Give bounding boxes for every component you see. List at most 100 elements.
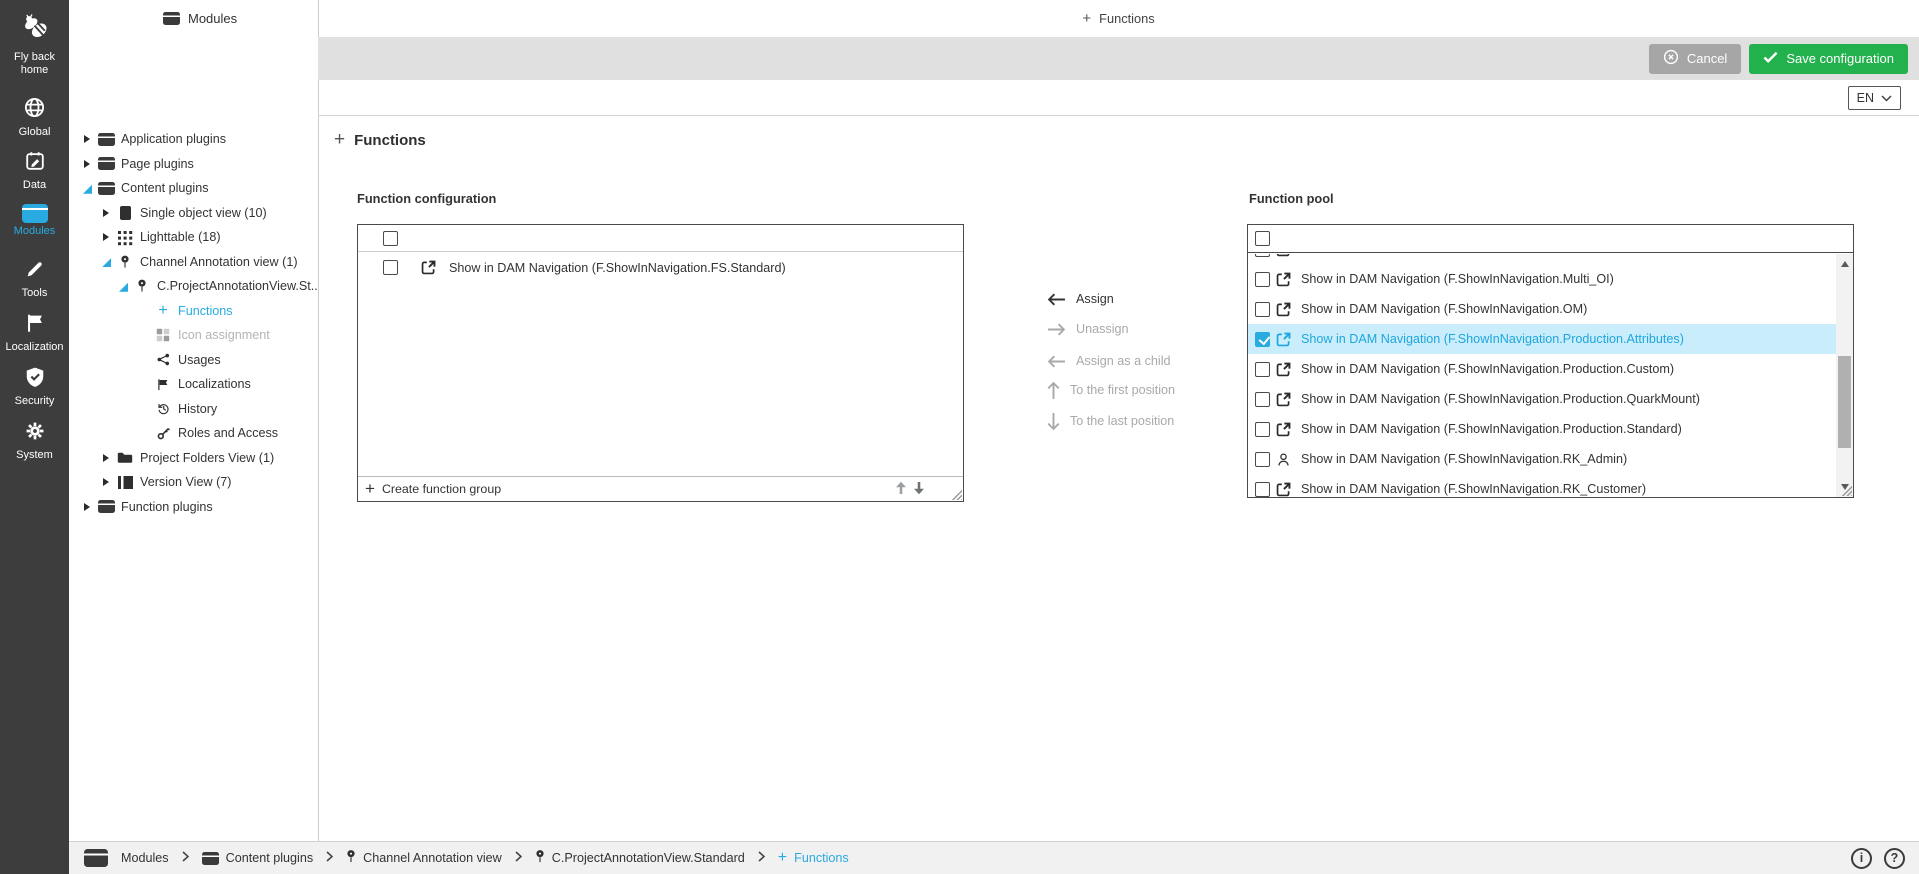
config-header-row [358, 225, 963, 252]
function-pool-panel: Show in DAM Navigation (F.ShowInNavigati… [1247, 224, 1854, 498]
scrollbar-thumb[interactable] [1838, 356, 1851, 448]
tree-item-project-folders-view[interactable]: Project Folders View (1) [69, 446, 318, 471]
tree-item-label: Roles and Access [178, 426, 279, 441]
unassign-button[interactable]: Unassign [1047, 319, 1129, 339]
sidebar-item-global[interactable]: Global [0, 92, 69, 146]
create-function-group-button[interactable]: Create function group [382, 482, 501, 496]
pool-list-item[interactable]: Show in DAM Navigation (F.ShowInNavigati… [1248, 384, 1836, 414]
tree-item-project-annotation-view[interactable]: C.ProjectAnnotationView.St... [69, 274, 318, 299]
tree-item-page-plugins[interactable]: Page plugins [69, 152, 318, 177]
pin-icon [535, 849, 545, 867]
row-checkbox-checked[interactable] [1255, 331, 1270, 347]
move-up-icon[interactable] [895, 481, 907, 498]
help-icon[interactable]: ? [1884, 847, 1905, 869]
tree-item-lighttable[interactable]: Lighttable (18) [69, 225, 318, 250]
share-icon [154, 353, 172, 366]
assign-as-child-button[interactable]: Assign as a child [1047, 351, 1171, 371]
pool-list-item[interactable]: Show in DAM Navigation (F.ShowInNavigati… [1248, 444, 1836, 474]
row-checkbox[interactable] [1255, 421, 1270, 437]
action-label: Unassign [1076, 322, 1129, 336]
sidebar-item-security[interactable]: Security [0, 362, 69, 416]
save-label: Save configuration [1786, 51, 1894, 66]
pool-list-item[interactable]: Show in DAM Navigation (F.ShowInNavigati… [1248, 294, 1836, 324]
chevron-expanded-icon[interactable] [101, 256, 112, 267]
chevron-right-icon[interactable] [101, 232, 112, 243]
language-row: EN [318, 80, 1919, 115]
tree-item-localizations[interactable]: Localizations [69, 372, 318, 397]
tree-item-history[interactable]: History [69, 397, 318, 422]
tree-item-channel-annotation-view[interactable]: Channel Annotation view (1) [69, 250, 318, 275]
icon-grid-icon [154, 328, 172, 342]
move-down-icon[interactable] [913, 481, 925, 498]
sidebar-item-fly-back-home[interactable]: Fly back home [0, 0, 69, 92]
arrow-right-icon [1048, 323, 1066, 335]
sidebar-item-data[interactable]: Data [0, 146, 69, 200]
tree-item-label: Icon assignment [178, 328, 270, 343]
chevron-right-icon[interactable] [82, 158, 93, 169]
tree-item-version-view[interactable]: Version View (7) [69, 470, 318, 495]
config-list-item[interactable]: Show in DAM Navigation (F.ShowInNavigati… [358, 252, 963, 283]
pool-list-item-selected[interactable]: Show in DAM Navigation (F.ShowInNavigati… [1248, 324, 1836, 354]
cancel-button[interactable]: Cancel [1648, 43, 1742, 74]
gear-icon [24, 420, 46, 447]
tree-item-functions[interactable]: + Functions [69, 299, 318, 324]
chevron-right-icon[interactable] [101, 477, 112, 488]
language-selector[interactable]: EN [1847, 85, 1901, 110]
footer-utility-icons: i ? [1851, 847, 1919, 869]
select-all-checkbox[interactable] [383, 230, 398, 246]
scroll-up-icon[interactable] [1836, 256, 1853, 272]
row-checkbox[interactable] [383, 260, 398, 275]
chevron-expanded-icon[interactable] [82, 183, 93, 194]
pool-list-item[interactable]: Show in DAM Navigation (F.ShowInNavigati… [1248, 264, 1836, 294]
sidebar-item-modules[interactable]: Modules [0, 200, 69, 254]
chevron-right-icon[interactable] [101, 452, 112, 463]
tree-item-content-plugins[interactable]: Content plugins [69, 176, 318, 201]
tree-item-label: Single object view (10) [140, 205, 267, 220]
center-tab-label: Functions [1099, 11, 1155, 26]
tree-item-icon-assignment[interactable]: Icon assignment [69, 323, 318, 348]
tree-item-function-plugins[interactable]: Function plugins [69, 495, 318, 520]
breadcrumb-item-content-plugins[interactable]: Content plugins [201, 851, 313, 865]
page-title-label: Functions [354, 131, 426, 149]
arrow-left-icon [1047, 293, 1065, 305]
breadcrumb-item-project-annotation-view[interactable]: C.ProjectAnnotationView.Standard [535, 849, 745, 867]
to-first-position-button[interactable]: To the first position [1047, 380, 1175, 400]
tree-item-application-plugins[interactable]: Application plugins [69, 127, 318, 152]
tree-item-label: Version View (7) [140, 475, 232, 490]
scrollbar[interactable] [1836, 254, 1853, 497]
row-checkbox[interactable] [1255, 271, 1270, 287]
sidebar-item-system[interactable]: System [0, 416, 69, 470]
breadcrumb-item-channel-annotation-view[interactable]: Channel Annotation view [346, 849, 502, 867]
chevron-right-icon [182, 849, 189, 867]
row-checkbox[interactable] [1255, 391, 1270, 407]
row-checkbox[interactable] [1255, 301, 1270, 317]
tree-item-roles-and-access[interactable]: Roles and Access [69, 421, 318, 446]
row-checkbox[interactable] [1255, 361, 1270, 377]
pool-list-item[interactable]: Show in DAM Navigation (F.ShowInNavigati… [1248, 354, 1836, 384]
pool-list-item[interactable]: Show in DAM Navigation (F.ShowInNavigati… [1248, 474, 1836, 497]
chevron-right-icon[interactable] [82, 501, 93, 512]
chevron-right-icon[interactable] [82, 134, 93, 145]
tree-item-single-object-view[interactable]: Single object view (10) [69, 201, 318, 226]
info-icon[interactable]: i [1851, 847, 1872, 869]
toolbar-divider [69, 115, 1919, 116]
sidebar-item-tools[interactable]: Tools [0, 254, 69, 308]
breadcrumb-item-functions[interactable]: + Functions [778, 850, 849, 866]
chevron-expanded-icon[interactable] [118, 281, 129, 292]
config-footer: + Create function group [358, 476, 963, 501]
pool-list-item[interactable]: Show in DAM Navigation (F.ShowInNavigati… [1248, 414, 1836, 444]
row-checkbox[interactable] [1255, 451, 1270, 467]
action-label: To the last position [1070, 414, 1175, 428]
bee-logo-icon [20, 12, 50, 47]
select-all-checkbox[interactable] [1255, 231, 1270, 246]
breadcrumb-item-modules[interactable]: Modules [121, 851, 169, 865]
reorder-arrows [895, 481, 925, 498]
tree-item-usages[interactable]: Usages [69, 348, 318, 373]
sidebar-item-label: System [16, 449, 53, 461]
sidebar-item-localization[interactable]: Localization [0, 308, 69, 362]
row-checkbox[interactable] [1255, 481, 1270, 497]
to-last-position-button[interactable]: To the last position [1047, 411, 1174, 431]
assign-button[interactable]: Assign [1047, 289, 1114, 309]
save-configuration-button[interactable]: Save configuration [1749, 43, 1908, 74]
chevron-right-icon[interactable] [101, 207, 112, 218]
